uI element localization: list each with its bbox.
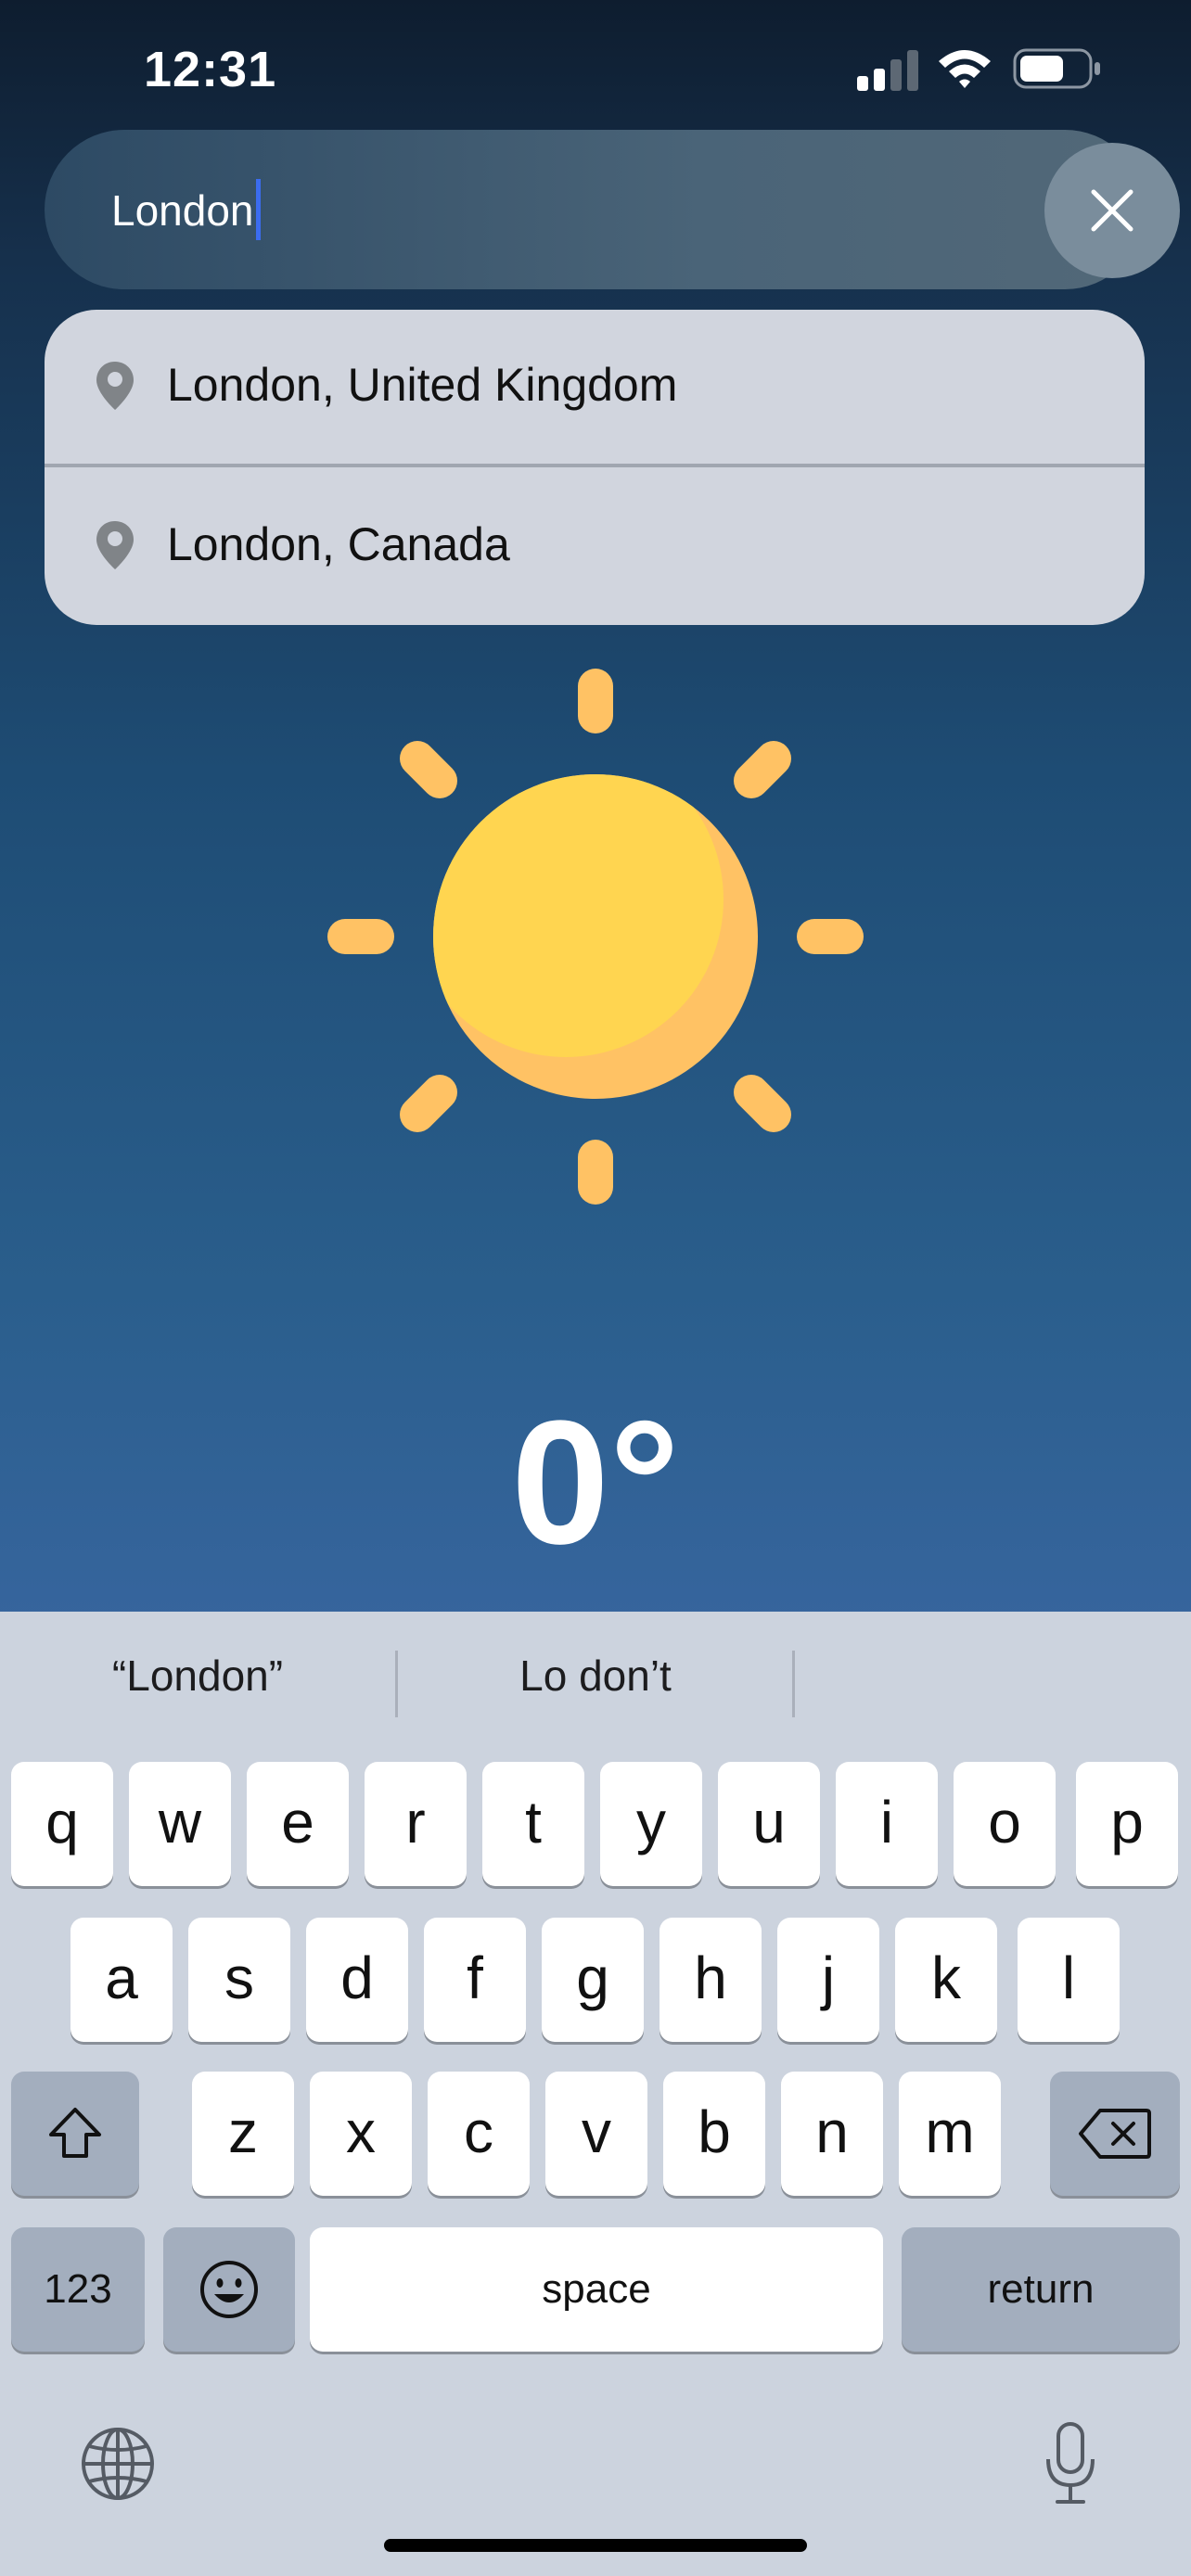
key-w[interactable]: w xyxy=(129,1762,231,1886)
key-h[interactable]: h xyxy=(660,1918,762,2042)
suggestion-item[interactable]: London, United Kingdom xyxy=(45,310,1145,467)
predictive-text-bar: “London” Lo don’t xyxy=(0,1612,1191,1751)
search-bar[interactable]: London xyxy=(45,130,1180,289)
space-key[interactable]: space xyxy=(310,2227,883,2352)
wifi-icon xyxy=(939,50,991,88)
key-s[interactable]: s xyxy=(188,1918,290,2042)
key-n[interactable]: n xyxy=(781,2072,883,2196)
key-y[interactable]: y xyxy=(600,1762,702,1886)
keyboard: “London” Lo don’t q w e r t y u i o p a … xyxy=(0,1612,1191,2576)
key-o[interactable]: o xyxy=(954,1762,1056,1886)
key-p[interactable]: p xyxy=(1076,1762,1178,1886)
location-pin-icon xyxy=(96,362,134,410)
key-l[interactable]: l xyxy=(1018,1918,1120,2042)
text-caret xyxy=(255,178,261,240)
status-bar: 12:31 xyxy=(0,0,1191,130)
battery-icon xyxy=(1013,48,1100,89)
search-input-value: London xyxy=(111,186,254,235)
location-pin-icon xyxy=(96,521,134,569)
status-time: 12:31 xyxy=(144,42,277,97)
return-key[interactable]: return xyxy=(902,2227,1180,2352)
key-f[interactable]: f xyxy=(424,1918,526,2042)
cellular-signal-icon xyxy=(857,50,918,91)
key-j[interactable]: j xyxy=(777,1918,879,2042)
key-d[interactable]: d xyxy=(306,1918,408,2042)
key-k[interactable]: k xyxy=(895,1918,997,2042)
globe-icon[interactable] xyxy=(80,2426,156,2502)
key-e[interactable]: e xyxy=(247,1762,349,1886)
suggestion-item[interactable]: London, Canada xyxy=(45,469,1145,625)
delete-key[interactable] xyxy=(1050,2072,1180,2196)
shift-key[interactable] xyxy=(11,2072,139,2196)
weather-screen: 12:31 London London, United Kingdom Lond… xyxy=(0,0,1191,2576)
key-u[interactable]: u xyxy=(718,1762,820,1886)
microphone-icon[interactable] xyxy=(1043,2420,1098,2507)
clear-search-button[interactable] xyxy=(1044,143,1180,278)
key-i[interactable]: i xyxy=(836,1762,938,1886)
key-x[interactable]: x xyxy=(310,2072,412,2196)
prediction-item[interactable]: “London” xyxy=(0,1651,395,1701)
delete-backspace-icon xyxy=(1079,2109,1151,2159)
key-q[interactable]: q xyxy=(11,1762,113,1886)
key-g[interactable]: g xyxy=(542,1918,644,2042)
key-a[interactable]: a xyxy=(70,1918,173,2042)
prediction-divider xyxy=(792,1651,795,1717)
current-temperature: 0° xyxy=(511,1384,680,1581)
search-input[interactable]: London xyxy=(111,178,261,240)
key-t[interactable]: t xyxy=(482,1762,584,1886)
key-z[interactable]: z xyxy=(192,2072,294,2196)
close-icon xyxy=(1091,189,1133,232)
prediction-item[interactable]: Lo don’t xyxy=(398,1651,793,1701)
key-r[interactable]: r xyxy=(365,1762,467,1886)
suggestion-label: London, Canada xyxy=(167,518,510,570)
key-b[interactable]: b xyxy=(663,2072,765,2196)
key-m[interactable]: m xyxy=(899,2072,1001,2196)
emoji-key[interactable] xyxy=(163,2227,295,2352)
sunny-weather-icon xyxy=(327,669,864,1205)
shift-icon xyxy=(49,2108,101,2158)
key-v[interactable]: v xyxy=(545,2072,647,2196)
suggestion-label: London, United Kingdom xyxy=(167,359,678,411)
key-c[interactable]: c xyxy=(428,2072,530,2196)
numbers-key[interactable]: 123 xyxy=(11,2227,145,2352)
location-suggestions: London, United Kingdom London, Canada xyxy=(45,310,1145,625)
home-indicator[interactable] xyxy=(384,2539,807,2552)
emoji-icon xyxy=(200,2261,258,2318)
